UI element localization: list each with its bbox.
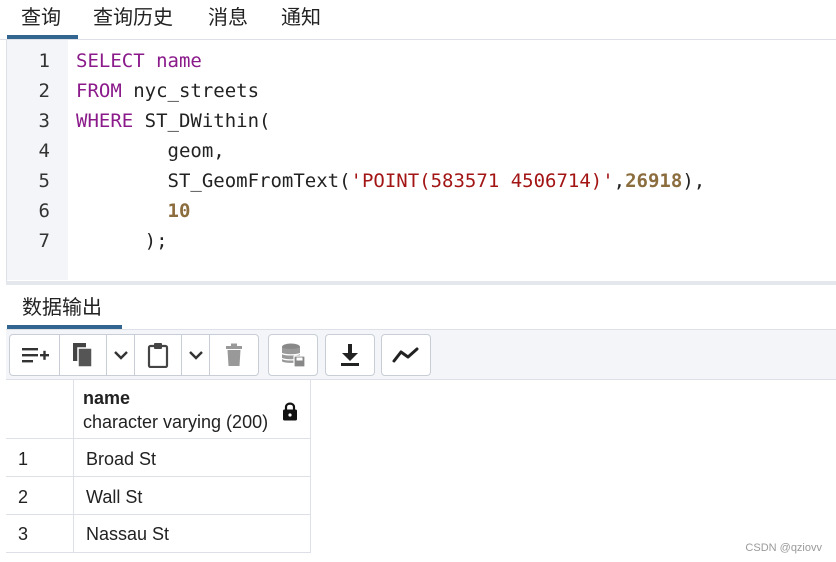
save-data-icon <box>280 342 306 368</box>
delete-icon <box>225 343 243 367</box>
code-line: SELECT name <box>76 46 202 76</box>
code-token: ), <box>682 170 706 192</box>
cell-value: Broad St <box>86 449 157 469</box>
column-header-type: character varying (200) <box>83 412 269 432</box>
edit-button-group <box>9 334 259 376</box>
row-number-cell[interactable] <box>6 477 74 515</box>
code-token: name <box>156 50 202 72</box>
row-number-cell[interactable] <box>6 439 74 477</box>
download-icon <box>339 343 361 367</box>
line-number-gutter: 1 2 3 4 5 6 7 <box>7 40 68 280</box>
code-token: SELECT <box>76 50 145 72</box>
code-token: WHERE <box>76 110 134 132</box>
lock-icon <box>282 401 298 425</box>
row-number: 1 <box>18 449 29 469</box>
copy-icon <box>72 342 94 368</box>
panel-splitter[interactable] <box>6 281 836 285</box>
tab-query[interactable]: 查询 <box>21 4 61 34</box>
data-output-toolbar <box>6 330 836 380</box>
row-number-cell[interactable] <box>6 515 74 553</box>
graph-visualiser-button[interactable] <box>382 335 430 375</box>
add-row-icon <box>20 344 50 366</box>
paste-icon <box>147 342 169 368</box>
query-tab-bar: 查询 查询历史 消息 通知 <box>0 0 836 40</box>
code-token: nyc_streets <box>121 80 260 102</box>
grid-corner-cell[interactable] <box>6 380 74 439</box>
tab-messages[interactable]: 消息 <box>208 4 248 34</box>
row-number: 2 <box>18 487 29 507</box>
tab-data-output[interactable]: 数据输出 <box>22 293 102 321</box>
code-token: ST_DWithin( <box>133 110 271 132</box>
chevron-down-icon <box>188 350 204 360</box>
chevron-down-icon <box>113 350 129 360</box>
cell-value: Wall St <box>86 487 143 507</box>
cell-value: Nassau St <box>86 524 170 544</box>
column-header-label: name <box>83 388 131 408</box>
active-tab-indicator <box>7 35 78 39</box>
graph-group <box>381 334 431 376</box>
copy-button[interactable] <box>60 335 107 375</box>
copy-options-dropdown[interactable] <box>107 335 135 375</box>
code-token: , <box>613 170 626 192</box>
line-number: 1 <box>38 50 50 72</box>
result-grid: name character varying (200) 1 Broad St … <box>6 380 311 553</box>
code-line: 10 <box>76 196 191 226</box>
code-line: ST_GeomFromText('POINT(583571 4506714)',… <box>76 166 706 196</box>
watermark: CSDN @qziovv <box>745 542 822 554</box>
line-number: 7 <box>38 230 50 252</box>
save-data-button[interactable] <box>269 335 317 375</box>
code-token: ST_GeomFromText( <box>76 170 351 192</box>
line-number: 3 <box>38 110 50 132</box>
line-number: 5 <box>38 170 50 192</box>
delete-button[interactable] <box>210 335 258 375</box>
line-number: 6 <box>38 200 50 222</box>
save-group <box>268 334 318 376</box>
line-number: 4 <box>38 140 50 162</box>
code-token: geom, <box>76 140 225 162</box>
row-number: 3 <box>18 524 29 544</box>
code-token: 26918 <box>625 170 683 192</box>
download-group <box>325 334 375 376</box>
paste-button[interactable] <box>135 335 182 375</box>
code-token: 10 <box>167 200 191 222</box>
code-line: FROM nyc_streets <box>76 76 259 106</box>
code-line: ); <box>76 226 168 256</box>
code-token: 'POINT(583571 4506714)' <box>350 170 614 192</box>
sql-editor[interactable]: 1234567 SELECT name FROM nyc_streets WHERE… <box>6 40 836 284</box>
graph-icon <box>392 346 420 364</box>
tab-query-history[interactable]: 查询历史 <box>93 4 173 34</box>
code-token: ); <box>76 230 168 252</box>
tab-notifications[interactable]: 通知 <box>281 4 321 34</box>
paste-options-dropdown[interactable] <box>182 335 210 375</box>
add-row-button[interactable] <box>10 335 60 375</box>
code-token: FROM <box>76 80 122 102</box>
download-button[interactable] <box>326 335 374 375</box>
code-line: geom, <box>76 136 225 166</box>
line-number: 2 <box>38 80 50 102</box>
code-line: WHERE ST_DWithin( <box>76 106 270 136</box>
